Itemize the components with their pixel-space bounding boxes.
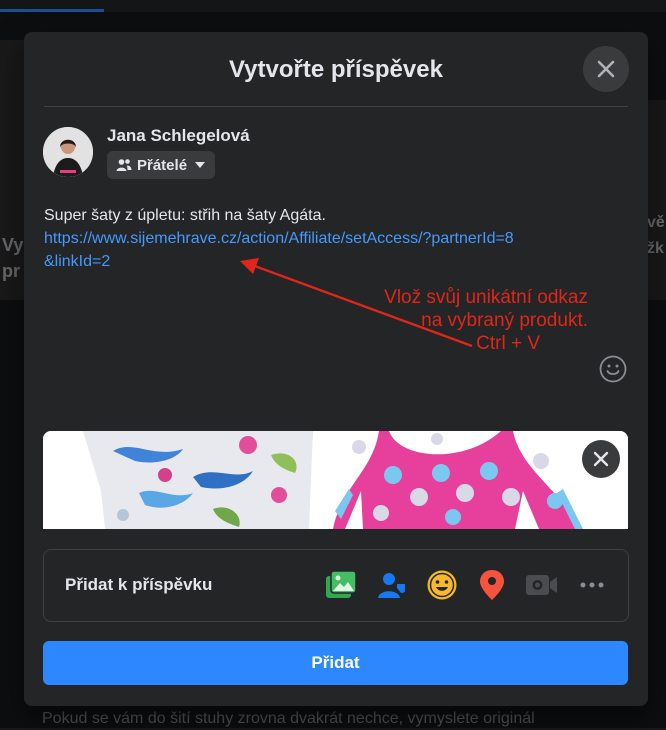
tag-people-button[interactable] — [374, 567, 410, 603]
check-in-button[interactable] — [474, 567, 510, 603]
check-in-icon — [480, 570, 504, 600]
annotation-text: Vlož svůj unikátní odkaz na vybraný prod… — [354, 286, 588, 355]
remove-preview-button[interactable] — [582, 440, 620, 478]
create-post-dialog: Vytvořte příspěvek Jana Schlegelová Přát… — [24, 32, 648, 706]
more-options-button[interactable] — [574, 567, 610, 603]
annotation-line-1: Vlož svůj unikátní odkaz — [384, 287, 588, 308]
annotation-line-2: na vybraný produkt. — [421, 310, 588, 331]
feeling-activity-button[interactable] — [424, 567, 460, 603]
tag-people-icon — [378, 573, 405, 598]
more-icon — [580, 582, 604, 588]
add-to-post-bar: Přidat k příspěvku — [43, 549, 629, 622]
close-icon — [593, 451, 609, 467]
emoji-button[interactable] — [598, 354, 628, 384]
annotation-line-3: Ctrl + V — [476, 333, 540, 354]
add-to-post-label: Přidat k příspěvku — [65, 575, 213, 594]
photo-video-icon — [326, 570, 357, 598]
link-preview-image — [43, 431, 628, 529]
photo-video-button[interactable] — [324, 567, 360, 603]
live-video-button[interactable] — [524, 567, 560, 603]
live-video-icon — [526, 575, 557, 595]
feeling-icon — [427, 570, 457, 600]
post-submit-button[interactable]: Přidat — [43, 641, 628, 685]
smiley-icon — [599, 355, 627, 383]
dress-photos — [43, 431, 628, 529]
